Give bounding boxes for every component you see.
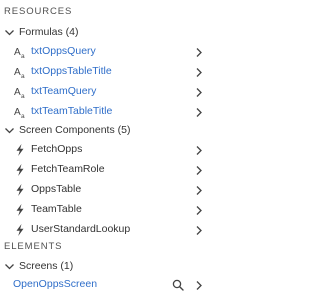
lightning-icon <box>16 204 24 216</box>
svg-text:a: a <box>21 113 25 119</box>
formula-icon: A a <box>14 47 25 59</box>
svg-text:a: a <box>21 53 25 59</box>
chevron-right-icon[interactable] <box>195 205 203 216</box>
formula-item-label: txtTeamQuery <box>31 85 97 97</box>
lightning-icon <box>16 224 24 236</box>
resource-panel: RESOURCES Formulas (4) A a txtOppsQuery … <box>0 0 211 300</box>
svg-text:A: A <box>14 87 21 98</box>
formula-icon: A a <box>14 107 25 119</box>
screens-group-header[interactable]: Screens (1) <box>0 257 211 277</box>
chevron-right-icon[interactable] <box>195 145 203 156</box>
chevron-right-icon[interactable] <box>195 107 203 118</box>
chevron-right-icon[interactable] <box>195 67 203 78</box>
formula-item-label: txtOppsTableTitle <box>31 65 112 77</box>
formula-item-label: txtTeamTableTitle <box>31 105 113 117</box>
resources-section-title: RESOURCES <box>4 6 73 17</box>
component-item-TeamTable[interactable]: TeamTable <box>0 200 211 220</box>
component-item-label: OppsTable <box>31 183 82 195</box>
svg-text:A: A <box>14 107 21 118</box>
formula-item-txtTeamTableTitle[interactable]: A a txtTeamTableTitle <box>0 102 211 122</box>
component-item-label: FetchTeamRole <box>31 163 105 175</box>
formula-item-txtOppsQuery[interactable]: A a txtOppsQuery <box>0 42 211 62</box>
screens-group-label: Screens (1) <box>19 260 74 272</box>
component-item-FetchOpps[interactable]: FetchOpps <box>0 140 211 160</box>
screen-components-group-header[interactable]: Screen Components (5) <box>0 121 211 141</box>
lightning-icon <box>16 164 24 176</box>
chevron-right-icon[interactable] <box>195 225 203 236</box>
svg-text:a: a <box>21 73 25 79</box>
elements-section-title: ELEMENTS <box>4 241 63 252</box>
chevron-right-icon[interactable] <box>195 185 203 196</box>
chevron-right-icon[interactable] <box>195 280 203 291</box>
component-item-FetchTeamRole[interactable]: FetchTeamRole <box>0 160 211 180</box>
formula-icon: A a <box>14 67 25 79</box>
chevron-right-icon[interactable] <box>195 47 203 58</box>
chevron-right-icon[interactable] <box>195 87 203 98</box>
formula-item-txtTeamQuery[interactable]: A a txtTeamQuery <box>0 82 211 102</box>
formula-item-txtOppsTableTitle[interactable]: A a txtOppsTableTitle <box>0 62 211 82</box>
formulas-group-label: Formulas (4) <box>19 26 79 38</box>
chevron-right-icon[interactable] <box>195 165 203 176</box>
component-item-label: TeamTable <box>31 203 82 215</box>
lightning-icon <box>16 184 24 196</box>
screen-item-OpenOppsScreen[interactable]: OpenOppsScreen <box>0 275 211 295</box>
formula-icon: A a <box>14 87 25 99</box>
search-icon[interactable] <box>172 279 184 291</box>
svg-text:A: A <box>14 67 21 78</box>
chevron-down-icon <box>5 264 14 270</box>
component-item-label: FetchOpps <box>31 143 83 155</box>
lightning-icon <box>16 144 24 156</box>
component-item-OppsTable[interactable]: OppsTable <box>0 180 211 200</box>
component-item-UserStandardLookup[interactable]: UserStandardLookup <box>0 220 211 240</box>
formulas-group-header[interactable]: Formulas (4) <box>0 23 211 43</box>
screen-item-label: OpenOppsScreen <box>13 278 98 290</box>
component-item-label: UserStandardLookup <box>31 223 131 235</box>
screen-components-group-label: Screen Components (5) <box>19 124 131 136</box>
chevron-down-icon <box>5 30 14 36</box>
chevron-down-icon <box>5 128 14 134</box>
svg-text:a: a <box>21 93 25 99</box>
svg-text:A: A <box>14 47 21 58</box>
formula-item-label: txtOppsQuery <box>31 45 96 57</box>
